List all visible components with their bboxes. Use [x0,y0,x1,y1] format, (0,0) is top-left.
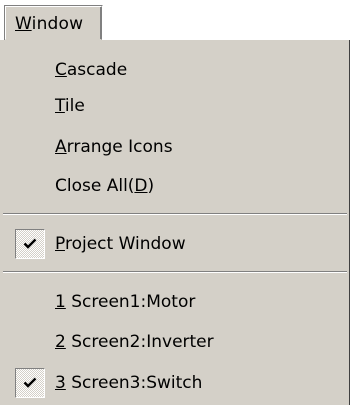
menu-separator [3,213,347,215]
menu-item-window-1-label: 1 Screen1:Motor [55,292,196,312]
menu-item-cascade-label: Cascade [55,60,128,80]
menu-item-window-3[interactable]: 3 Screen3:Switch [1,365,349,401]
menu-item-project-window[interactable]: Project Window [1,226,349,262]
menu-item-close-all-label: Close All(D) [55,176,155,196]
menu-separator [3,271,347,273]
window-menu-label: Window [15,14,84,34]
menu-item-tile-label: Tile [55,96,85,116]
checkmark-icon [23,238,37,249]
menu-item-tile[interactable]: Tile [1,88,349,124]
menu-item-arrange-icons[interactable]: Arrange Icons [1,129,349,165]
checkmark-icon [23,377,37,388]
menu-item-window-2[interactable]: 2 Screen2:Inverter [1,324,349,360]
menu-item-project-window-label: Project Window [55,234,186,254]
menu-item-window-3-label: 3 Screen3:Switch [55,373,203,393]
menu-item-cascade[interactable]: Cascade [1,52,349,88]
window-menu-dropdown: Cascade Tile Arrange Icons Close All(D) … [0,40,350,405]
menu-item-window-2-label: 2 Screen2:Inverter [55,332,214,352]
menu-bar: Window [0,0,350,42]
window-menu-title[interactable]: Window [4,5,103,41]
menu-item-window-1[interactable]: 1 Screen1:Motor [1,284,349,320]
project-window-check [15,229,45,259]
menu-item-close-all[interactable]: Close All(D) [1,168,349,204]
menu-item-arrange-icons-label: Arrange Icons [55,137,173,157]
window-3-check [15,368,45,398]
